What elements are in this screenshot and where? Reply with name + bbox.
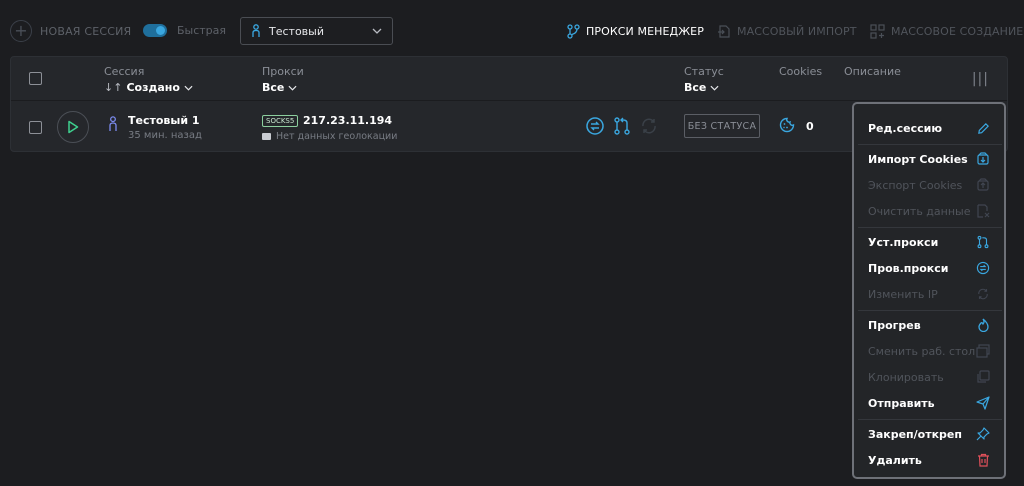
cookie-count: 0 [806, 120, 814, 133]
import-icon [718, 24, 730, 38]
proxy-manager-button[interactable]: ПРОКСИ МЕНЕДЖЕР [567, 22, 704, 40]
row-checkbox[interactable] [29, 121, 42, 134]
top-toolbar: + НОВАЯ СЕССИЯ Быстрая Тестовый ПРОКСИ М… [0, 0, 1024, 56]
grid-add-icon [870, 23, 885, 39]
chevron-down-icon [710, 85, 719, 91]
flame-icon [976, 318, 990, 332]
plus-circle-icon: + [10, 20, 32, 42]
table-header: Сессия ↓↑ Создано Прокси Все Статус Все … [11, 57, 1007, 101]
session-header: Сессия [104, 65, 145, 78]
description-header: Описание [844, 65, 901, 78]
menu-item-edit-session[interactable]: Ред.сессию [854, 116, 1004, 140]
menu-item-send[interactable]: Отправить [854, 391, 1004, 415]
menu-item-change-ip: Изменить IP [854, 282, 1004, 306]
menu-item-delete[interactable]: Удалить [854, 448, 1004, 472]
quick-toggle-group: Быстрая [143, 24, 226, 37]
select-all-checkbox[interactable] [29, 72, 42, 85]
desktop-icon [976, 344, 990, 358]
menu-item-pin[interactable]: Закреп/откреп [854, 422, 1004, 446]
menu-separator [858, 144, 1002, 145]
person-icon [109, 116, 117, 131]
cookie-icon [779, 117, 795, 133]
menu-item-set-proxy[interactable]: Уст.прокси [854, 230, 1004, 254]
proxy-filter-value: Все [262, 81, 285, 94]
proxy-header: Прокси [262, 65, 304, 78]
pin-icon [976, 427, 990, 441]
proxy-type-badge: SOCKS5 [262, 115, 299, 127]
status-filter[interactable]: Все [684, 81, 719, 94]
menu-item-label: Сменить раб. стол [868, 344, 976, 358]
menu-item-label: Закреп/откреп [868, 427, 962, 441]
menu-separator [858, 310, 1002, 311]
proxy-filter[interactable]: Все [262, 81, 297, 94]
proxy-manager-icon [567, 23, 580, 39]
menu-item-check-proxy[interactable]: Пров.прокси [854, 256, 1004, 280]
mass-create-label: МАССОВОЕ СОЗДАНИЕ [891, 24, 1024, 38]
menu-separator [858, 227, 1002, 228]
quick-toggle[interactable] [143, 24, 167, 37]
session-name: Тестовый 1 [128, 114, 200, 127]
cookie-import-icon [976, 152, 990, 166]
proxy-set-icon[interactable] [612, 116, 632, 136]
cookie-export-icon [976, 178, 990, 192]
proxy-manager-label: ПРОКСИ МЕНЕДЖЕР [586, 24, 704, 38]
play-button[interactable] [57, 111, 89, 143]
status-filter-value: Все [684, 81, 707, 94]
proxy-check-icon[interactable] [585, 116, 605, 136]
clear-data-icon [976, 204, 990, 218]
menu-item-export-cookies: Экспорт Cookies [854, 173, 1004, 197]
menu-item-label: Прогрев [868, 318, 921, 332]
chevron-down-icon [184, 85, 193, 91]
status-header: Статус [684, 65, 724, 78]
mass-import-label: МАССОВЫЙ ИМПОРТ [737, 24, 857, 38]
chevron-down-icon [288, 85, 297, 91]
menu-item-label: Удалить [868, 453, 922, 467]
menu-item-label: Пров.прокси [868, 261, 949, 275]
columns-icon[interactable]: ||| [972, 71, 989, 87]
geo-info: Нет данных геолокации [262, 131, 397, 142]
menu-item-label: Уст.прокси [868, 235, 939, 249]
chevron-down-icon [372, 28, 382, 34]
session-sort-value: Создано [126, 81, 180, 94]
proxy-set-icon [976, 235, 990, 249]
new-session-label: НОВАЯ СЕССИЯ [40, 24, 132, 38]
mass-import-button[interactable]: МАССОВЫЙ ИМПОРТ [717, 22, 857, 40]
clone-icon [976, 370, 990, 384]
refresh-icon [976, 287, 990, 301]
cookies-header: Cookies [779, 65, 823, 78]
proxy-check-icon [976, 261, 990, 275]
profile-select-value: Тестовый [269, 24, 324, 38]
menu-item-import-cookies[interactable]: Импорт Cookies [854, 147, 1004, 171]
mass-create-button[interactable]: МАССОВОЕ СОЗДАНИЕ [870, 22, 1023, 40]
context-menu: Ред.сессию Импорт Cookies Экспорт Cookie… [852, 102, 1006, 479]
menu-separator [858, 419, 1002, 420]
menu-item-warmup[interactable]: Прогрев [854, 313, 1004, 337]
session-sort[interactable]: ↓↑ Создано [104, 81, 193, 94]
pencil-icon [976, 121, 990, 135]
trash-icon [976, 453, 990, 467]
person-icon [252, 24, 260, 37]
menu-item-label: Очистить данные [868, 204, 971, 218]
profile-select[interactable]: Тестовый [240, 17, 393, 45]
status-badge[interactable]: БЕЗ СТАТУСА [684, 114, 760, 138]
quick-label: Быстрая [177, 24, 227, 37]
menu-item-label: Ред.сессию [868, 121, 943, 135]
play-icon [68, 120, 79, 134]
new-session-button[interactable]: + НОВАЯ СЕССИЯ [10, 20, 131, 42]
refresh-icon [642, 118, 656, 134]
menu-item-clear-data: Очистить данные [854, 199, 1004, 223]
menu-item-change-desktop: Сменить раб. стол [854, 339, 1004, 363]
flag-icon [262, 133, 271, 140]
menu-item-label: Отправить [868, 396, 935, 410]
send-icon [976, 396, 990, 410]
menu-item-label: Экспорт Cookies [868, 178, 963, 192]
menu-item-label: Импорт Cookies [868, 152, 968, 166]
geo-text: Нет данных геолокации [276, 131, 398, 142]
proxy-ip: 217.23.11.194 [303, 114, 393, 127]
menu-item-clone: Клонировать [854, 365, 1004, 389]
sort-arrows-icon: ↓↑ [104, 81, 123, 94]
menu-item-label: Клонировать [868, 370, 944, 384]
menu-item-label: Изменить IP [868, 287, 938, 301]
session-time: 35 мин. назад [128, 130, 202, 141]
